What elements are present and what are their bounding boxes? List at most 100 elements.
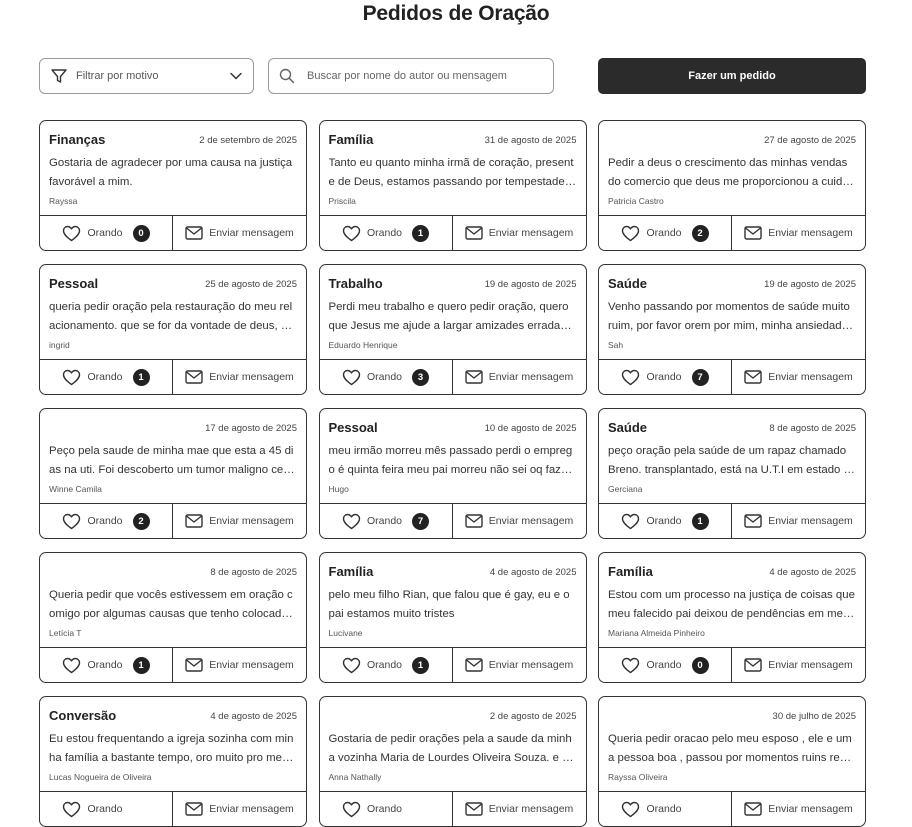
request-author: Letícia T [49,628,82,638]
praying-button[interactable]: Orando [40,792,173,826]
send-message-button[interactable]: Enviar mensagem [732,504,865,538]
envelope-icon [185,658,203,672]
send-message-label: Enviar mensagem [768,515,853,527]
envelope-icon [744,226,762,240]
send-message-button[interactable]: Enviar mensagem [173,792,306,826]
envelope-icon [464,226,483,240]
request-card: 30 de julho de 2025 Queria pedir oracao … [598,696,866,827]
search-icon [279,68,295,84]
praying-button[interactable]: Orando 7 [599,360,732,394]
send-message-label: Enviar mensagem [209,515,294,527]
send-message-button[interactable]: Enviar mensagem [173,504,306,538]
envelope-icon [744,658,762,672]
praying-button[interactable]: Orando 1 [320,216,453,250]
praying-button[interactable]: Orando 0 [599,648,732,682]
page-title: Pedidos de Oração [362,2,550,25]
praying-button[interactable]: Orando 2 [40,504,173,538]
praying-label: Orando [87,659,123,671]
request-date: 19 de agosto de 2025 [484,279,577,290]
send-message-label: Enviar mensagem [488,659,574,671]
request-category: Família [328,132,374,147]
request-category: Pessoal [49,276,99,291]
praying-button[interactable]: Orando 1 [599,504,732,538]
praying-label: Orando [646,371,682,383]
make-request-button[interactable]: Fazer um pedido [598,58,866,94]
envelope-icon [185,370,203,384]
praying-button[interactable]: Orando [599,792,732,826]
praying-button[interactable]: Orando [320,792,453,826]
praying-count-badge: 0 [132,224,150,242]
send-message-label: Enviar mensagem [488,227,574,239]
send-message-label: Enviar mensagem [768,371,853,383]
send-message-label: Enviar mensagem [488,515,574,527]
praying-count-badge: 1 [412,224,430,242]
request-card: Finanças 2 de setembro de 2025 Gostaria … [39,120,307,251]
praying-count-badge: 2 [691,224,709,242]
envelope-icon [464,658,483,672]
search-input[interactable] [305,69,553,83]
praying-label: Orando [646,227,682,239]
filter-dropdown[interactable]: Filtrar por motivo [39,58,254,94]
request-category: Família [608,564,653,579]
filter-label: Filtrar por motivo [76,70,159,82]
request-card: Saúde 8 de agosto de 2025 peço oração pe… [598,408,866,539]
request-message: pelo meu filho Rian, que falou que é gay… [328,589,570,620]
request-author: Lucas Nogueira de Oliveira [49,772,152,782]
send-message-button[interactable]: Enviar mensagem [453,648,586,682]
request-message: peço oração pela saúde de um rapaz chama… [608,445,854,476]
requests-grid: Finanças 2 de setembro de 2025 Gostaria … [39,120,866,827]
praying-button[interactable]: Orando 3 [320,360,453,394]
request-message: Queria pedir que vocês estivessem em ora… [49,589,293,620]
send-message-button[interactable]: Enviar mensagem [732,648,865,682]
send-message-button[interactable]: Enviar mensagem [732,216,865,250]
request-date: 17 de agosto de 2025 [205,423,297,434]
praying-count-badge: 1 [132,368,150,386]
heart-icon [342,657,361,674]
envelope-icon [744,802,762,816]
send-message-button[interactable]: Enviar mensagem [453,216,586,250]
heart-icon [621,513,640,530]
praying-label: Orando [87,227,123,239]
request-date: 4 de agosto de 2025 [769,567,856,578]
send-message-button[interactable]: Enviar mensagem [173,648,306,682]
praying-button[interactable]: Orando 7 [320,504,453,538]
request-category: Saúde [608,420,648,435]
request-author: Gerciana [608,484,643,494]
heart-icon [62,369,81,386]
request-author: Winne Camila [49,484,102,494]
request-date: 31 de agosto de 2025 [484,135,577,146]
send-message-button[interactable]: Enviar mensagem [732,360,865,394]
heart-icon [342,513,361,530]
praying-button[interactable]: Orando 2 [599,216,732,250]
send-message-button[interactable]: Enviar mensagem [732,792,865,826]
send-message-button[interactable]: Enviar mensagem [173,216,306,250]
send-message-button[interactable]: Enviar mensagem [453,792,586,826]
envelope-icon [464,514,483,528]
heart-icon [342,369,361,386]
heart-icon [62,801,81,818]
praying-button[interactable]: Orando 1 [320,648,453,682]
request-card: Pessoal 10 de agosto de 2025 meu irmão m… [318,408,587,539]
send-message-label: Enviar mensagem [488,371,574,383]
praying-button[interactable]: Orando 1 [40,360,173,394]
search-box [268,58,554,94]
request-date: 19 de agosto de 2025 [764,279,856,290]
send-message-button[interactable]: Enviar mensagem [173,360,306,394]
send-message-button[interactable]: Enviar mensagem [453,504,586,538]
request-date: 2 de setembro de 2025 [199,135,297,146]
send-message-button[interactable]: Enviar mensagem [453,360,586,394]
envelope-icon [464,370,483,384]
praying-button[interactable]: Orando 1 [40,648,173,682]
envelope-icon [744,370,762,384]
request-author: Hugo [328,484,349,494]
envelope-icon [464,802,483,816]
praying-button[interactable]: Orando 0 [40,216,173,250]
envelope-icon [744,514,762,528]
filter-funnel-icon [50,67,68,85]
praying-count-badge: 7 [691,368,709,386]
send-message-label: Enviar mensagem [209,371,294,383]
request-card: Família 31 de agosto de 2025 Tanto eu qu… [318,120,587,251]
praying-label: Orando [366,371,403,383]
request-message: Peço pela saude de minha mae que esta a … [49,445,294,476]
praying-label: Orando [366,227,403,239]
